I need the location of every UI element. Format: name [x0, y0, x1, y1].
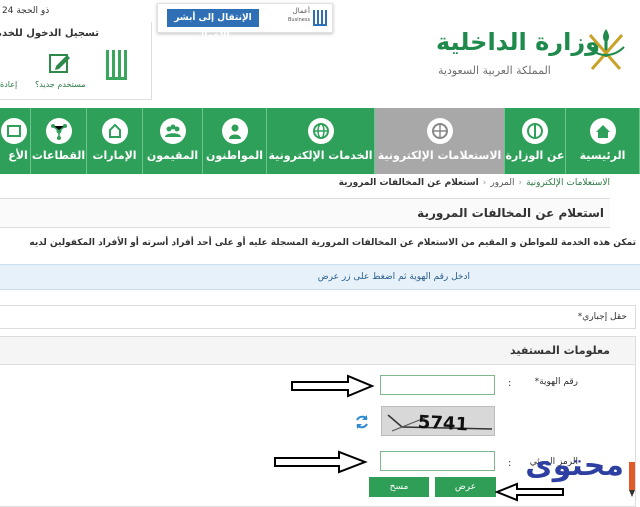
view-button[interactable]: عرض: [435, 477, 496, 497]
news-icon: [1, 118, 27, 144]
instruction-text: ادخل رقم الهوية ثم اضغط على زر عرض: [317, 272, 470, 282]
nav-item-sectors[interactable]: القطاعات: [31, 108, 87, 174]
id-number-colon: :: [508, 378, 512, 389]
nav-label-e-services: الخدمات الإلكترونية: [268, 149, 373, 162]
nav-label-home: الرئيسية: [579, 149, 626, 162]
id-number-label: رقم الهوية*: [534, 377, 578, 387]
instruction-banner: ادخل رقم الهوية ثم اضغط على زر عرض: [0, 264, 640, 290]
emblem-icon: [522, 118, 548, 144]
nav-label-news: الأع: [8, 149, 28, 162]
nav-label-citizens: المواطنون: [205, 149, 264, 162]
breadcrumb-separator: ‹: [482, 178, 487, 188]
nav-item-residents[interactable]: المقيمون: [143, 108, 203, 174]
globe-icon: [307, 118, 334, 144]
nav-label-about: عن الوزارة: [505, 149, 565, 162]
ministry-subtitle: المملكة العربية السعودية: [438, 64, 551, 77]
beneficiary-section-title: معلومات المستفيد: [510, 344, 610, 357]
nav-item-news[interactable]: الأع: [0, 108, 31, 174]
citizen-icon: [221, 118, 248, 144]
breadcrumb-separator: ‹: [518, 178, 523, 188]
pencil-icon: [628, 462, 636, 498]
absher-business-logo-icon: أعمال Business: [288, 7, 328, 31]
annotation-arrow-icon: [273, 450, 368, 474]
go-to-business-button[interactable]: الإنتقال إلى أبشر الأعمال: [167, 9, 259, 41]
required-field-text: حقل إجباري*: [577, 312, 627, 322]
clear-button[interactable]: مسح: [369, 477, 429, 497]
nav-label-e-inquiries: الاستعلامات الإلكترونية: [377, 149, 502, 162]
login-panel: تسجيل الدخول للخدمات مستخدم جديد؟ إعادة: [0, 22, 152, 100]
reset-link[interactable]: إعادة: [0, 80, 17, 89]
ministry-name: وزارة الداخلية: [436, 28, 601, 56]
edit-user-icon[interactable]: [48, 52, 72, 74]
globe-search-icon: [426, 118, 453, 144]
page-title-bar: استعلام عن المخالفات المرورية: [0, 198, 610, 228]
captcha-text: 5741: [417, 412, 468, 436]
breadcrumb-current: استعلام عن المخالفات المرورية: [338, 178, 479, 188]
visual-code-input[interactable]: [380, 451, 495, 471]
required-field-note: حقل إجباري*: [0, 305, 636, 329]
service-description: تمكن هذه الخدمة للمواطن و المقيم من الاس…: [29, 238, 636, 248]
sectors-icon: [45, 118, 72, 144]
watermark-text: محتوى: [525, 448, 624, 483]
watermark-logo: محتوى: [500, 448, 640, 507]
main-nav: الرئيسية عن الوزارة الاستعلامات الإلكترو…: [0, 108, 640, 174]
login-title: تسجيل الدخول للخدمات: [0, 28, 99, 39]
hijri-date: 24 ذو الحجة: [2, 6, 50, 16]
nav-item-e-services[interactable]: الخدمات الإلكترونية: [267, 108, 375, 174]
nav-item-citizens[interactable]: المواطنون: [203, 108, 267, 174]
nav-label-sectors: القطاعات: [31, 149, 86, 162]
refresh-captcha-icon[interactable]: [354, 414, 370, 430]
annotation-arrow-icon: [290, 374, 375, 398]
business-logo-arabic: أعمال: [292, 7, 310, 15]
breadcrumb-traffic[interactable]: المرور: [490, 178, 514, 188]
new-user-link[interactable]: مستخدم جديد؟: [35, 80, 86, 89]
business-banner: الإنتقال إلى أبشر الأعمال أعمال Business: [157, 3, 333, 41]
nav-label-emirates: الإمارات: [92, 149, 137, 162]
residents-icon: [159, 118, 186, 144]
nav-item-about[interactable]: عن الوزارة: [505, 108, 566, 174]
business-logo-english: Business: [288, 17, 311, 23]
nav-label-residents: المقيمون: [146, 149, 199, 162]
saudi-emblem-icon: [580, 25, 632, 81]
breadcrumb-e-inquiries[interactable]: الاستعلامات الإلكترونية: [526, 178, 610, 188]
emirates-icon: [101, 118, 128, 144]
home-icon: [589, 118, 616, 144]
captcha-image: 5741: [381, 406, 495, 436]
nav-item-home[interactable]: الرئيسية: [566, 108, 640, 174]
absher-logo-icon[interactable]: [104, 46, 130, 86]
beneficiary-section-header: معلومات المستفيد: [0, 337, 635, 365]
page-title: استعلام عن المخالفات المرورية: [417, 206, 604, 220]
nav-item-e-inquiries[interactable]: الاستعلامات الإلكترونية: [375, 108, 505, 174]
nav-item-emirates[interactable]: الإمارات: [87, 108, 143, 174]
id-number-input[interactable]: [380, 375, 495, 395]
breadcrumb: الاستعلامات الإلكترونية‹المرور‹استعلام ع…: [339, 178, 610, 188]
